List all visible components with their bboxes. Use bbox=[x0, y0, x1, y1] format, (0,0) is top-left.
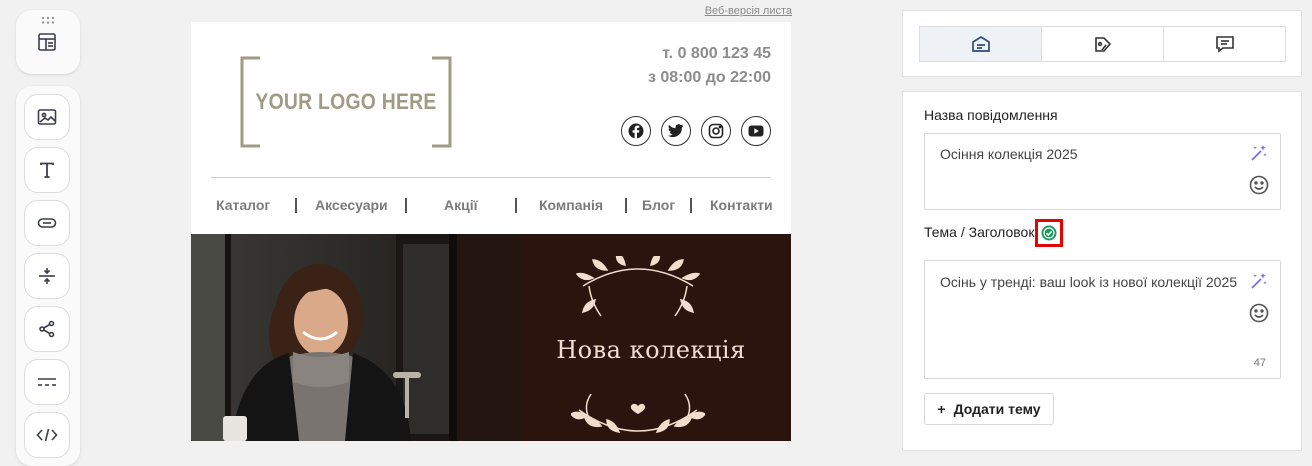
comment-icon bbox=[1215, 36, 1234, 53]
message-name-label: Назва повідомлення bbox=[924, 107, 1058, 123]
tab-tags[interactable] bbox=[1042, 27, 1164, 61]
menu-item-blog[interactable]: Блог bbox=[642, 197, 675, 213]
menu-item-promotions[interactable]: Акції bbox=[444, 197, 478, 213]
wreath-top-decoration bbox=[575, 256, 701, 317]
tag-icon bbox=[1094, 37, 1111, 52]
settings-tabs-card bbox=[902, 10, 1302, 77]
ai-magic-wand-icon[interactable] bbox=[1248, 142, 1270, 164]
phone-number: т. 0 800 123 45 bbox=[662, 45, 771, 62]
spacer-block-button[interactable] bbox=[24, 253, 70, 299]
spacer-icon bbox=[39, 268, 55, 284]
tab-message-settings[interactable] bbox=[920, 27, 1042, 61]
menu-separator bbox=[690, 198, 692, 213]
contact-info: т. 0 800 123 45 з 08:00 до 22:00 bbox=[648, 42, 771, 90]
working-hours: з 08:00 до 22:00 bbox=[647, 69, 771, 86]
image-icon bbox=[37, 109, 57, 125]
text-icon bbox=[40, 162, 54, 178]
share-icon bbox=[39, 320, 55, 338]
html-block-button[interactable] bbox=[24, 412, 70, 458]
menu-item-catalog[interactable]: Каталог bbox=[216, 197, 270, 213]
subject-status-highlight bbox=[1035, 219, 1063, 247]
layout-blocks-icon bbox=[38, 33, 56, 51]
emoji-icon[interactable] bbox=[1248, 174, 1270, 196]
subject-field[interactable]: Осінь у тренді: ваш look із нової колекц… bbox=[924, 260, 1281, 379]
youtube-icon[interactable] bbox=[741, 116, 771, 146]
social-block-button[interactable] bbox=[24, 306, 70, 352]
header-divider bbox=[211, 177, 771, 178]
plus-icon: + bbox=[937, 401, 946, 417]
hero-photo bbox=[191, 234, 521, 441]
email-menu: Каталог Аксесуари Акції Компанія Блог Ко… bbox=[191, 197, 791, 215]
settings-tabs bbox=[919, 26, 1286, 62]
text-block-button[interactable] bbox=[24, 147, 70, 193]
button-block-button[interactable] bbox=[24, 200, 70, 246]
tab-comments[interactable] bbox=[1164, 27, 1285, 61]
layout-button[interactable] bbox=[24, 19, 70, 65]
menu-separator bbox=[295, 198, 297, 213]
hero-title: Нова колекція bbox=[556, 336, 746, 364]
instagram-icon[interactable] bbox=[701, 116, 731, 146]
logo-placeholder[interactable]: YOUR LOGO HERE bbox=[240, 56, 452, 148]
toolbar-top bbox=[16, 10, 80, 74]
emoji-icon[interactable] bbox=[1248, 302, 1270, 324]
divider-block-button[interactable] bbox=[24, 359, 70, 405]
message-settings-form: Назва повідомлення Осіння колекція 2025 … bbox=[902, 91, 1302, 451]
ai-magic-wand-icon[interactable] bbox=[1248, 270, 1270, 292]
mail-settings-icon bbox=[971, 35, 990, 52]
check-circle-icon[interactable] bbox=[1041, 225, 1057, 241]
subject-label: Тема / Заголовок bbox=[924, 224, 1035, 240]
toolbar-blocks bbox=[16, 86, 80, 466]
message-name-field[interactable]: Осіння колекція 2025 bbox=[924, 133, 1281, 210]
menu-item-accessories[interactable]: Аксесуари bbox=[315, 197, 388, 213]
logo-text: YOUR LOGO HERE bbox=[255, 89, 437, 114]
hero-banner[interactable]: Нова колекція bbox=[191, 234, 791, 441]
subject-value[interactable]: Осінь у тренді: ваш look із нової колекц… bbox=[940, 274, 1237, 290]
menu-separator bbox=[625, 198, 627, 213]
divider-icon bbox=[38, 378, 56, 386]
menu-item-contacts[interactable]: Контакти bbox=[710, 197, 773, 213]
social-links bbox=[621, 116, 771, 146]
email-canvas: YOUR LOGO HERE т. 0 800 123 45 з 08:00 д… bbox=[191, 22, 791, 441]
menu-separator bbox=[515, 198, 517, 213]
wreath-bottom-decoration bbox=[571, 393, 705, 433]
message-name-value[interactable]: Осіння колекція 2025 bbox=[940, 146, 1078, 162]
web-version-link[interactable]: Веб-версія листа bbox=[640, 5, 792, 17]
image-block-button[interactable] bbox=[24, 94, 70, 140]
twitter-icon[interactable] bbox=[661, 116, 691, 146]
menu-separator bbox=[405, 198, 407, 213]
facebook-icon[interactable] bbox=[621, 116, 651, 146]
add-subject-label: Додати тему bbox=[953, 401, 1041, 417]
subject-char-counter: 47 bbox=[1253, 357, 1266, 369]
add-subject-button[interactable]: + Додати тему bbox=[924, 393, 1054, 425]
button-icon bbox=[37, 218, 57, 228]
menu-item-company[interactable]: Компанія bbox=[539, 197, 603, 213]
